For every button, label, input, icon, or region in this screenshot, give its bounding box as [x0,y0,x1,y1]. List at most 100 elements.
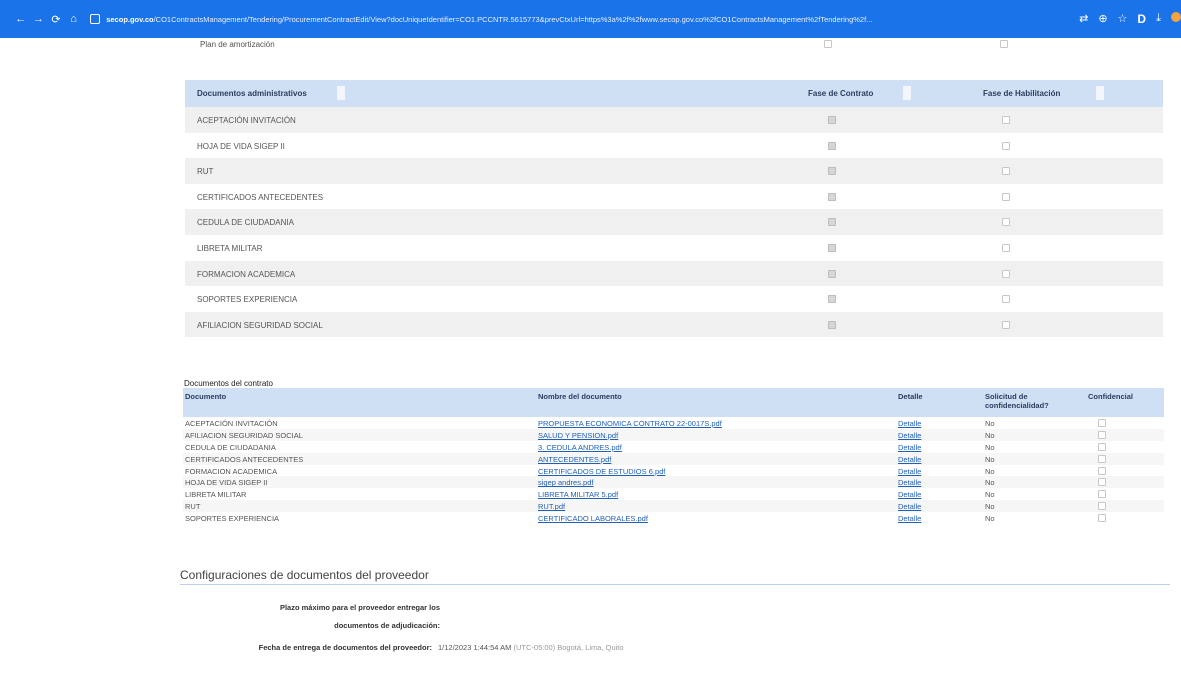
download-icon[interactable]: ⤓ [1156,12,1161,26]
admin-doc-row: RUT [185,158,1163,184]
site-info-icon[interactable] [90,14,101,24]
confidentiality-request-value: No [985,490,995,500]
extension-d-icon[interactable]: D [1137,12,1146,26]
detail-link[interactable]: Detalle [898,490,921,499]
confidential-checkbox[interactable] [1098,442,1106,451]
confidentiality-request-value: No [985,454,995,464]
address-bar[interactable]: secop.gov.co/CO1ContractsManagement/Tend… [106,15,1069,24]
profile-avatar-icon[interactable] [1170,12,1181,22]
enablement-phase-checkbox[interactable] [1002,116,1010,124]
sort-handle[interactable] [337,86,345,100]
doc-file-link[interactable]: PROPUESTA ECONOMICA CONTRATO 22-0017S.pd… [538,419,722,428]
doc-file-link[interactable]: ANTECEDENTES.pdf [538,455,611,464]
detail-link[interactable]: Detalle [898,502,921,511]
contract-phase-checkbox[interactable] [828,141,836,150]
admin-doc-row: LIBRETA MILITAR [185,235,1163,261]
confidential-checkbox[interactable] [1098,502,1106,511]
contract-doc-row: LIBRETA MILITAR LIBRETA MILITAR 5.pdf Deta… [183,488,1164,500]
detail-link[interactable]: Detalle [898,514,921,523]
enablement-phase-checkbox[interactable] [1002,218,1010,227]
enablement-phase-checkbox[interactable] [1002,320,1010,329]
confidentiality-request-value: No [985,502,995,512]
doc-file-link[interactable]: RUT.pdf [538,502,565,511]
contract-doc-row: RUT RUT.pdf Detalle No [183,500,1164,513]
confidential-checkbox[interactable] [1098,419,1106,427]
doc-file-link[interactable]: CERTIFICADO LABORALES.pdf [538,514,648,523]
detail-link[interactable]: Detalle [898,431,921,440]
confidential-checkbox[interactable] [1098,466,1106,475]
checkbox[interactable] [1000,40,1008,48]
sort-handle[interactable] [903,86,911,100]
contract-docs-title: Documentos del contrato [184,379,273,388]
reload-icon[interactable]: ⟳ [49,13,63,26]
confidential-checkbox[interactable] [1098,514,1106,523]
header-admin-docs[interactable]: Documentos administrativos [197,89,307,98]
confidentiality-request-value: No [985,419,995,428]
zoom-icon[interactable]: ⊕ [1098,12,1107,26]
back-arrow-icon[interactable]: ← [14,13,28,25]
url-domain: secop.gov.co [106,14,154,24]
admin-doc-row: AFILIACION SEGURIDAD SOCIAL [185,311,1163,338]
enablement-phase-checkbox[interactable] [1002,192,1010,201]
confidential-checkbox[interactable] [1098,478,1106,487]
doc-file-link[interactable]: SALUD Y PENSION.pdf [538,431,618,440]
confidential-checkbox[interactable] [1098,490,1106,499]
contract-phase-checkbox[interactable] [828,269,836,278]
confidentiality-request-value: No [985,466,995,476]
contract-docs-header: Documento Nombre del documento Detalle S… [183,388,1164,417]
header-document: Documento [185,392,227,401]
header-contract-phase[interactable]: Fase de Contrato [808,89,873,98]
enablement-phase-checkbox[interactable] [1002,295,1010,304]
divider [180,584,1170,585]
enablement-phase-checkbox[interactable] [1002,243,1010,252]
doc-type: CEDULA DE CIUDADANIA [185,442,276,452]
contract-phase-checkbox[interactable] [828,320,836,329]
admin-doc-row: FORMACION ACADEMICA [185,260,1163,287]
contract-doc-row: AFILIACION SEGURIDAD SOCIAL SALUD Y PENSI… [183,428,1164,441]
doc-type: CERTIFICADOS ANTECEDENTES [185,454,304,464]
detail-link[interactable]: Detalle [898,455,921,464]
contract-phase-checkbox[interactable] [828,116,836,124]
contract-phase-checkbox[interactable] [828,192,836,201]
doc-file-link[interactable]: 3. CEDULA ANDRES.pdf [538,443,622,452]
doc-file-link[interactable]: CERTIFICADOS DE ESTUDIOS 6.pdf [538,467,665,476]
forward-arrow-icon[interactable]: → [32,13,46,25]
sort-handle[interactable] [1096,86,1104,100]
header-enablement-phase[interactable]: Fase de Habilitación [983,89,1060,98]
confidentiality-request-value: No [985,478,995,488]
admin-docs-rows: ACEPTACIÓN INVITACIÓN HOJA DE VIDA SIGEP … [185,107,1163,338]
deadline-label-line2: documentos de adjudicación: [334,621,440,630]
confidentiality-request-value: No [985,514,995,524]
confidential-checkbox[interactable] [1098,454,1106,463]
doc-file-link[interactable]: sigep andres.pdf [538,478,593,487]
admin-doc-name: ACEPTACIÓN INVITACIÓN [197,116,296,125]
translate-icon[interactable]: ⇄ [1079,12,1088,26]
contract-doc-row: FORMACION ACADEMICA CERTIFICADOS DE ESTUD… [183,465,1164,477]
contract-phase-checkbox[interactable] [828,218,836,227]
browser-actions: ⇄ ⊕ ☆ D ⤓ [1079,12,1181,26]
detail-link[interactable]: Detalle [898,467,921,476]
header-confidentiality-request: Solicitud de confidencialidad? [985,392,1049,410]
contract-phase-checkbox[interactable] [828,295,836,304]
doc-file-link[interactable]: LIBRETA MILITAR 5.pdf [538,490,618,499]
home-icon[interactable]: ⌂ [67,13,81,25]
detail-link[interactable]: Detalle [898,443,921,452]
delivery-date: 1/12/2023 1:44:54 AM [438,643,512,652]
contract-doc-row: ACEPTACIÓN INVITACIÓN PROPUESTA ECONOMICA… [183,417,1164,429]
enablement-phase-checkbox[interactable] [1002,167,1010,176]
timezone: (UTC-05:00) Bogotá, Lima, Quito [513,643,624,652]
enablement-phase-checkbox[interactable] [1002,269,1010,278]
contract-phase-checkbox[interactable] [828,167,836,176]
doc-type: ACEPTACIÓN INVITACIÓN [185,419,278,428]
deadline-label-line1: Plazo máximo para el proveedor entregar … [279,603,440,612]
admin-doc-name: HOJA DE VIDA SIGEP II [197,141,285,151]
admin-docs-header: Documentos administrativos Fase de Contr… [185,80,1163,107]
enablement-phase-checkbox[interactable] [1002,141,1010,150]
detail-link[interactable]: Detalle [898,419,921,428]
confidential-checkbox[interactable] [1098,430,1106,439]
detail-link[interactable]: Detalle [898,478,921,487]
bookmark-star-icon[interactable]: ☆ [1118,12,1128,26]
header-detail: Detalle [898,392,923,401]
checkbox[interactable] [824,40,832,48]
contract-phase-checkbox[interactable] [828,243,836,252]
